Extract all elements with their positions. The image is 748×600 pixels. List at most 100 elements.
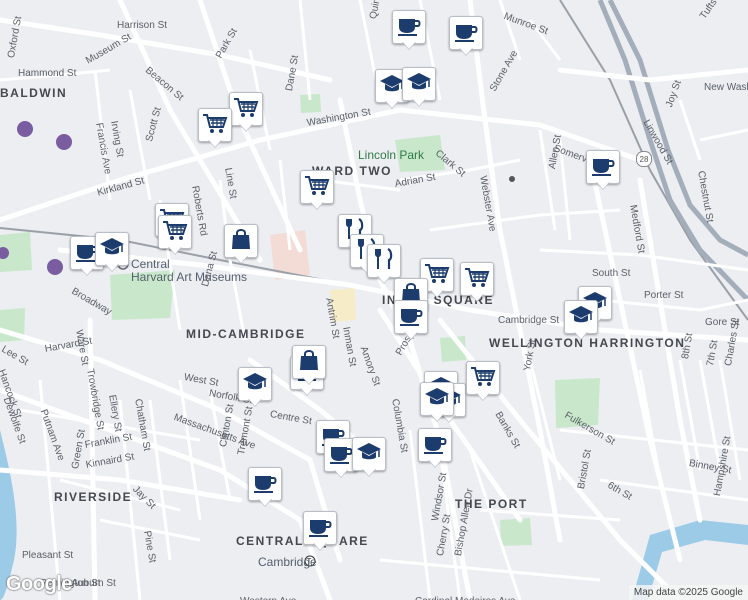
marker-body xyxy=(394,300,428,334)
map-marker-grocery-cart[interactable] xyxy=(460,262,494,302)
google-logo: Google xyxy=(6,573,72,595)
map-marker-graduation-cap[interactable] xyxy=(420,382,454,422)
marker-body xyxy=(402,67,436,101)
marker-body xyxy=(292,345,326,379)
marker-pointer xyxy=(470,293,484,301)
map-marker-grocery-cart[interactable] xyxy=(300,170,334,210)
coffee-icon xyxy=(590,154,616,181)
map-marker-coffee[interactable] xyxy=(303,511,337,551)
marker-pointer xyxy=(402,41,416,49)
map-canvas[interactable]: T 28 BALDWIN WARD TWO MID-CAMBRIDGE WELL… xyxy=(0,0,748,600)
map-marker-shopping-bag[interactable] xyxy=(224,224,258,264)
restaurant-icon xyxy=(371,247,397,275)
map-attribution[interactable]: Map data ©2025 Google xyxy=(628,585,748,600)
marker-pointer xyxy=(80,267,94,275)
marker-body xyxy=(460,262,494,296)
marker-pointer xyxy=(459,47,473,55)
marker-pointer xyxy=(302,376,316,384)
marker-pointer xyxy=(334,469,348,477)
map-marker-grocery-cart[interactable] xyxy=(198,108,232,148)
marker-body xyxy=(248,467,282,501)
coffee-icon xyxy=(396,14,422,41)
marker-pointer xyxy=(310,201,324,209)
place-label-library: Central xyxy=(131,257,170,271)
street-label: Western Ave xyxy=(240,596,296,600)
marker-pointer xyxy=(313,542,327,550)
route-number: 28 xyxy=(639,154,649,164)
coffee-icon xyxy=(422,432,448,459)
shopping-bag-icon xyxy=(228,228,254,255)
map-marker-coffee[interactable] xyxy=(449,16,483,56)
grocery-cart-icon xyxy=(233,96,259,123)
marker-body xyxy=(352,437,386,471)
map-marker-coffee[interactable] xyxy=(248,467,282,507)
street-label: Cambridge St xyxy=(498,315,560,326)
map-marker-coffee[interactable] xyxy=(586,150,620,190)
marker-pointer xyxy=(574,331,588,339)
graduation-cap-icon xyxy=(406,71,432,98)
map-marker-graduation-cap[interactable] xyxy=(564,300,598,340)
marker-body xyxy=(392,10,426,44)
marker-pointer xyxy=(300,387,314,395)
route-shield-icon: 28 xyxy=(636,151,652,167)
marker-pointer xyxy=(428,459,442,467)
shopping-bag-icon xyxy=(296,349,322,376)
marker-pointer xyxy=(105,263,119,271)
street-label: South St xyxy=(592,268,631,279)
street-label: New Washington St xyxy=(704,82,748,93)
marker-body xyxy=(198,108,232,142)
map-marker-grocery-cart[interactable] xyxy=(466,361,500,401)
map-marker-coffee[interactable] xyxy=(392,10,426,50)
marker-pointer xyxy=(404,331,418,339)
street-label: Harrison St xyxy=(117,20,168,31)
map-marker-graduation-cap[interactable] xyxy=(402,67,436,107)
place-label-library: Harvard Art Museums xyxy=(131,270,248,284)
marker-body xyxy=(418,428,452,462)
street-label: Hammond St xyxy=(18,68,77,79)
marker-pointer xyxy=(239,123,253,131)
map-marker-grocery-cart[interactable] xyxy=(158,215,192,255)
marker-pointer xyxy=(596,181,610,189)
marker-pointer xyxy=(208,139,222,147)
graduation-cap-icon xyxy=(242,371,268,398)
grocery-cart-icon xyxy=(470,365,496,392)
marker-pointer xyxy=(412,98,426,106)
marker-pointer xyxy=(430,413,444,421)
map-marker-graduation-cap[interactable] xyxy=(238,367,272,407)
marker-pointer xyxy=(168,246,182,254)
map-marker-shopping-bag[interactable] xyxy=(292,345,326,385)
map-base-layer: T xyxy=(0,0,748,600)
map-marker-graduation-cap[interactable] xyxy=(95,232,129,272)
marker-body xyxy=(158,215,192,249)
grocery-cart-icon xyxy=(304,174,330,201)
marker-pointer xyxy=(385,100,399,108)
area-label-baldwin: BALDWIN xyxy=(0,86,68,100)
grocery-cart-icon xyxy=(202,112,228,139)
coffee-icon xyxy=(453,20,479,47)
marker-body xyxy=(564,300,598,334)
grocery-cart-icon xyxy=(464,266,490,293)
area-label-riverside: RIVERSIDE xyxy=(54,490,133,504)
map-marker-grocery-cart[interactable] xyxy=(229,92,263,132)
map-marker-graduation-cap[interactable] xyxy=(352,437,386,477)
map-marker-coffee[interactable] xyxy=(394,300,428,340)
marker-pointer xyxy=(476,392,490,400)
marker-pointer xyxy=(362,468,376,476)
street-label: Porter St xyxy=(644,290,684,301)
street-label: Pleasant St xyxy=(22,550,74,561)
graduation-cap-icon xyxy=(424,386,450,413)
coffee-icon xyxy=(398,304,424,331)
graduation-cap-icon xyxy=(356,441,382,468)
marker-body xyxy=(238,367,272,401)
marker-body xyxy=(367,244,401,278)
park-label-lincoln-park: Lincoln Park xyxy=(358,148,425,162)
marker-body xyxy=(95,232,129,266)
street-label: Cardinal Medeiros Ave xyxy=(415,596,515,600)
marker-body xyxy=(229,92,263,126)
marker-body xyxy=(449,16,483,50)
marker-pointer xyxy=(430,289,444,297)
map-marker-coffee[interactable] xyxy=(418,428,452,468)
area-label-mid-cambridge: MID-CAMBRIDGE xyxy=(186,327,306,341)
coffee-icon xyxy=(252,471,278,498)
marker-pointer xyxy=(234,255,248,263)
